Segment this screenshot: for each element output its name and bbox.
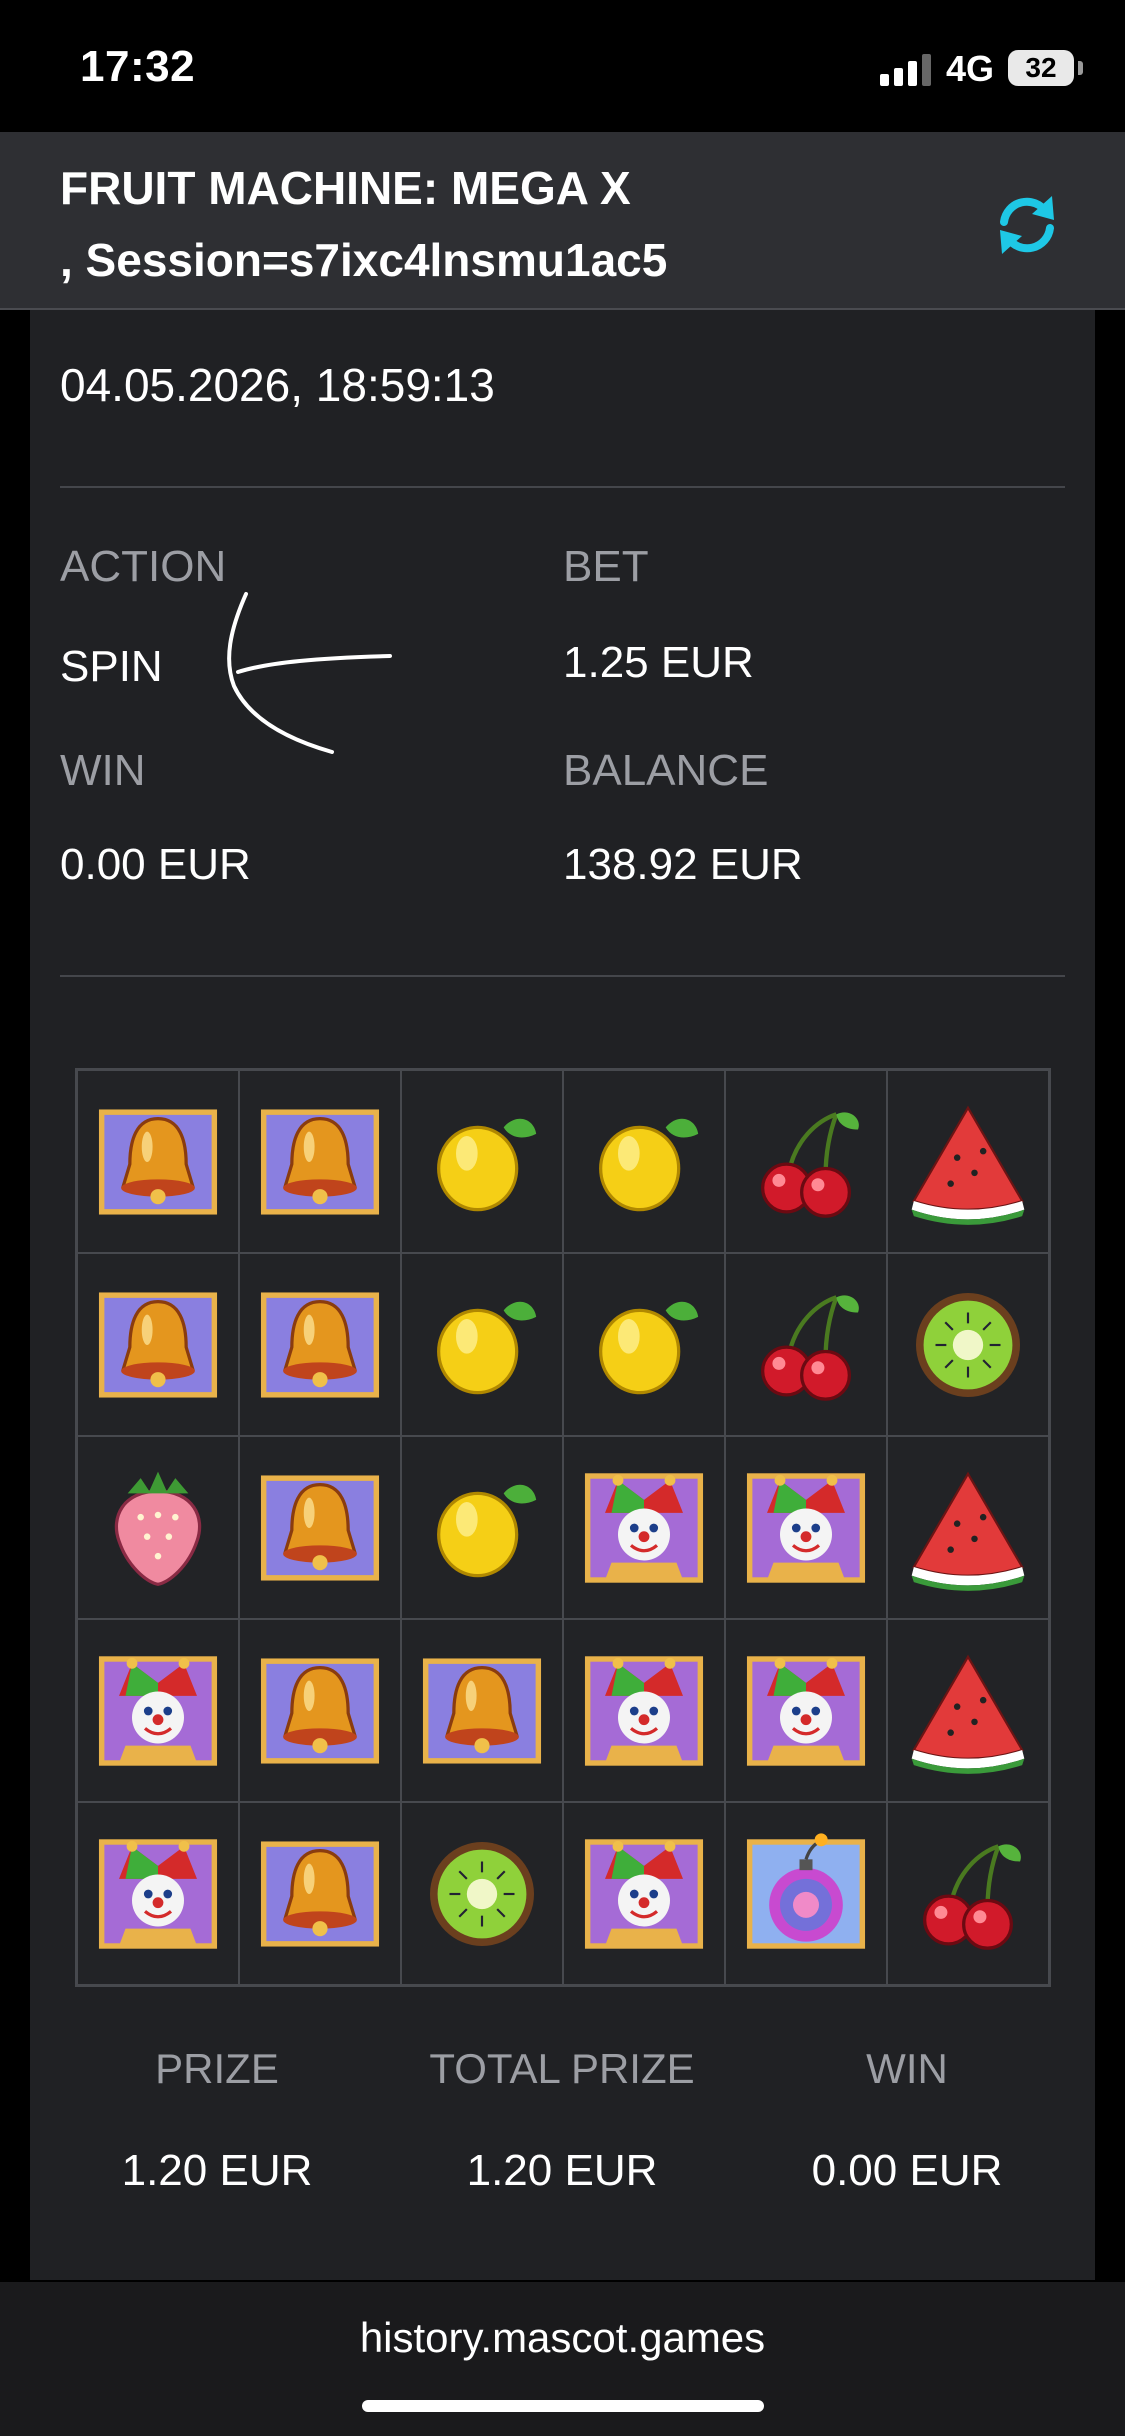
reel-cell — [77, 1802, 239, 1985]
reel-cell — [77, 1619, 239, 1802]
watermelon-icon — [911, 1105, 1025, 1225]
joker-icon — [584, 1838, 704, 1949]
refresh-icon[interactable] — [990, 188, 1064, 262]
summary-win-label: WIN — [866, 2045, 948, 2092]
action-label: ACTION — [60, 542, 227, 591]
bell-icon — [260, 1840, 380, 1947]
status-bar: 17:32 4G 32 — [0, 0, 1125, 132]
balance-label: BALANCE — [563, 746, 769, 795]
page-title: FRUIT MACHINE: MEGA X , Session=s7ixc4ln… — [60, 152, 960, 296]
home-indicator[interactable] — [362, 2400, 764, 2412]
page-header: FRUIT MACHINE: MEGA X , Session=s7ixc4ln… — [0, 132, 1125, 310]
prize-label: PRIZE — [155, 2045, 279, 2092]
bell-icon — [422, 1657, 542, 1764]
url-text[interactable]: history.mascot.games — [0, 2314, 1125, 2362]
bell-icon — [260, 1108, 380, 1215]
battery-cap — [1078, 61, 1083, 75]
reel-grid — [75, 1068, 1051, 1987]
lemon-icon — [599, 1301, 699, 1394]
joker-icon — [584, 1472, 704, 1583]
win-value: 0.00 EUR — [60, 840, 251, 889]
joker-icon — [746, 1655, 866, 1766]
lemon-icon — [437, 1301, 537, 1394]
reel-cell — [887, 1802, 1049, 1985]
bell-icon — [260, 1474, 380, 1581]
reel-cell — [239, 1619, 401, 1802]
reel-cell — [77, 1070, 239, 1253]
reel-cell — [401, 1253, 563, 1436]
joker-icon — [746, 1472, 866, 1583]
reel-cell — [887, 1619, 1049, 1802]
prize-value: 1.20 EUR — [121, 2146, 313, 2195]
reel-cell — [239, 1253, 401, 1436]
bomb-icon — [746, 1832, 866, 1949]
battery-icon: 32 — [1008, 50, 1074, 86]
reel-cell — [725, 1253, 887, 1436]
balance-value: 138.92 EUR — [563, 840, 803, 889]
kiwi-icon — [916, 1292, 1020, 1397]
reel-cell — [725, 1070, 887, 1253]
reel-cell — [77, 1253, 239, 1436]
divider — [60, 975, 1065, 977]
bell-icon — [98, 1108, 218, 1215]
total-prize-label: TOTAL PRIZE — [429, 2045, 695, 2092]
cherry-icon — [923, 1843, 1021, 1950]
reel-cell — [563, 1802, 725, 1985]
reel-cell — [401, 1619, 563, 1802]
win-label: WIN — [60, 746, 146, 795]
reel-cell — [401, 1436, 563, 1619]
bet-label: BET — [563, 542, 649, 591]
watermelon-icon — [911, 1471, 1025, 1591]
handwritten-arrow-mark — [227, 592, 392, 754]
total-prize-value: 1.20 EUR — [466, 2146, 658, 2195]
reel-cell — [725, 1802, 887, 1985]
joker-icon — [584, 1655, 704, 1766]
summary-win-value: 0.00 EUR — [811, 2146, 1003, 2195]
reel-cell — [887, 1070, 1049, 1253]
divider — [60, 486, 1065, 488]
reel-cell — [563, 1253, 725, 1436]
round-datetime: 04.05.2026, 18:59:13 — [60, 359, 495, 411]
reel-cell — [239, 1436, 401, 1619]
reel-cell — [887, 1253, 1049, 1436]
bell-icon — [98, 1291, 218, 1398]
reel-cell — [563, 1070, 725, 1253]
joker-icon — [98, 1655, 218, 1766]
network-type: 4G — [946, 48, 995, 89]
bell-icon — [260, 1291, 380, 1398]
reel-cell — [725, 1436, 887, 1619]
browser-bar: history.mascot.games — [0, 2282, 1125, 2436]
reel-cell — [401, 1802, 563, 1985]
joker-icon — [98, 1838, 218, 1949]
reel-cell — [239, 1070, 401, 1253]
status-time: 17:32 — [80, 42, 196, 91]
lemon-icon — [599, 1118, 699, 1211]
cherry-icon — [761, 1111, 859, 1218]
signal-icon — [880, 52, 934, 86]
reel-cell — [725, 1619, 887, 1802]
strawberry-icon — [114, 1471, 202, 1586]
reel-cell — [77, 1436, 239, 1619]
reel-cell — [563, 1619, 725, 1802]
bell-icon — [260, 1657, 380, 1764]
lemon-icon — [437, 1118, 537, 1211]
cherry-icon — [761, 1294, 859, 1401]
title-game: FRUIT MACHINE: MEGA X — [60, 162, 631, 214]
action-value: SPIN — [60, 642, 163, 691]
reel-cell — [401, 1070, 563, 1253]
lemon-icon — [437, 1484, 537, 1577]
title-session: , Session=s7ixc4lnsmu1ac5 — [60, 234, 668, 286]
reel-cell — [887, 1436, 1049, 1619]
bet-value: 1.25 EUR — [563, 638, 754, 687]
round-details: 04.05.2026, 18:59:13 ACTION SPIN BET 1.2… — [30, 310, 1095, 2280]
watermelon-icon — [911, 1654, 1025, 1774]
reel-cell — [563, 1436, 725, 1619]
kiwi-icon — [430, 1841, 534, 1946]
reel-cell — [239, 1802, 401, 1985]
